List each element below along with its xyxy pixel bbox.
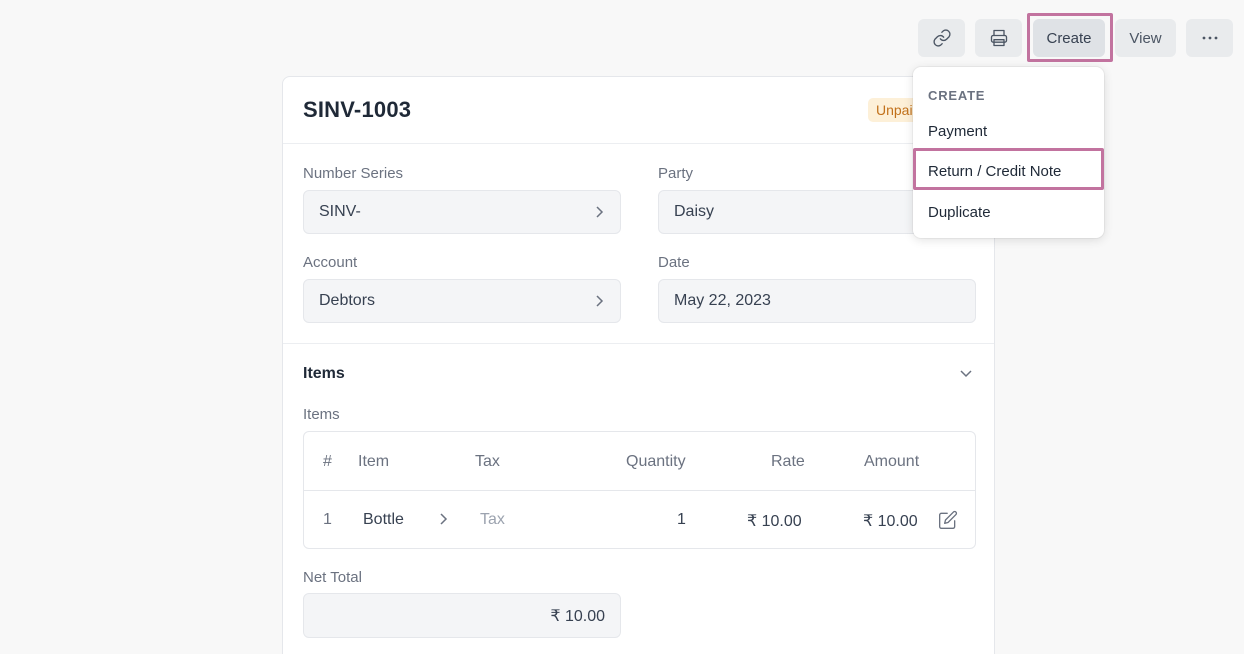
more-horizontal-icon <box>1202 36 1217 40</box>
net-total-label: Net Total <box>303 569 362 586</box>
menu-item-return-credit-note[interactable]: Return / Credit Note <box>928 163 1061 180</box>
column-header-quantity: Quantity <box>626 453 686 470</box>
date-label: Date <box>658 254 690 271</box>
party-label: Party <box>658 165 694 182</box>
copy-link-button[interactable] <box>918 19 965 57</box>
chevron-down-icon[interactable] <box>959 368 973 378</box>
row-index: 1 <box>323 511 332 528</box>
create-button[interactable]: Create <box>1033 19 1105 57</box>
net-total-field: ₹ 10.00 <box>303 593 621 638</box>
link-icon <box>932 29 951 47</box>
account-label: Account <box>303 254 358 271</box>
account-field[interactable]: Debtors <box>303 279 621 323</box>
print-button[interactable] <box>975 19 1022 57</box>
row-tax[interactable]: Tax <box>480 511 505 529</box>
items-table: # Item Tax Quantity Rate Amount 1 Bottle… <box>303 431 976 549</box>
column-header-amount: Amount <box>864 453 920 470</box>
party-value: Daisy <box>674 203 715 220</box>
account-value: Debtors <box>319 292 376 309</box>
row-amount: ₹ 10.00 <box>863 513 918 530</box>
dropdown-heading: CREATE <box>928 88 986 103</box>
net-total-value: ₹ 10.00 <box>550 607 605 625</box>
row-rate[interactable]: ₹ 10.00 <box>747 511 802 531</box>
printer-icon <box>990 29 1007 47</box>
create-dropdown-menu: CREATE Payment Return / Credit Note Dupl… <box>913 67 1104 238</box>
invoice-form-card: SINV-1003 Unpaid Number Series SINV- Par… <box>282 76 995 654</box>
document-title: SINV-1003 <box>303 97 412 122</box>
items-section-title: Items <box>303 365 345 382</box>
number-series-field[interactable]: SINV- <box>303 190 621 234</box>
view-button[interactable]: View <box>1115 19 1176 57</box>
column-header-index: # <box>323 453 332 470</box>
date-field[interactable]: May 22, 2023 <box>658 279 976 323</box>
menu-item-duplicate[interactable]: Duplicate <box>928 204 991 221</box>
number-series-value: SINV- <box>319 203 361 220</box>
header-divider <box>283 143 994 144</box>
chevron-right-icon <box>596 295 604 307</box>
header-row-divider <box>304 490 975 491</box>
column-header-tax: Tax <box>475 453 500 470</box>
chevron-right-icon <box>596 206 604 218</box>
section-divider <box>283 343 994 344</box>
items-table-label: Items <box>303 406 340 423</box>
more-options-button[interactable] <box>1186 19 1233 57</box>
chevron-right-icon <box>440 513 448 525</box>
column-header-item: Item <box>358 453 390 470</box>
edit-icon[interactable] <box>938 510 958 530</box>
menu-item-payment[interactable]: Payment <box>928 123 987 140</box>
row-quantity[interactable]: 1 <box>677 511 686 529</box>
number-series-label: Number Series <box>303 165 404 182</box>
date-value: May 22, 2023 <box>674 292 771 309</box>
row-item[interactable]: Bottle <box>363 511 404 529</box>
column-header-rate: Rate <box>771 453 805 470</box>
